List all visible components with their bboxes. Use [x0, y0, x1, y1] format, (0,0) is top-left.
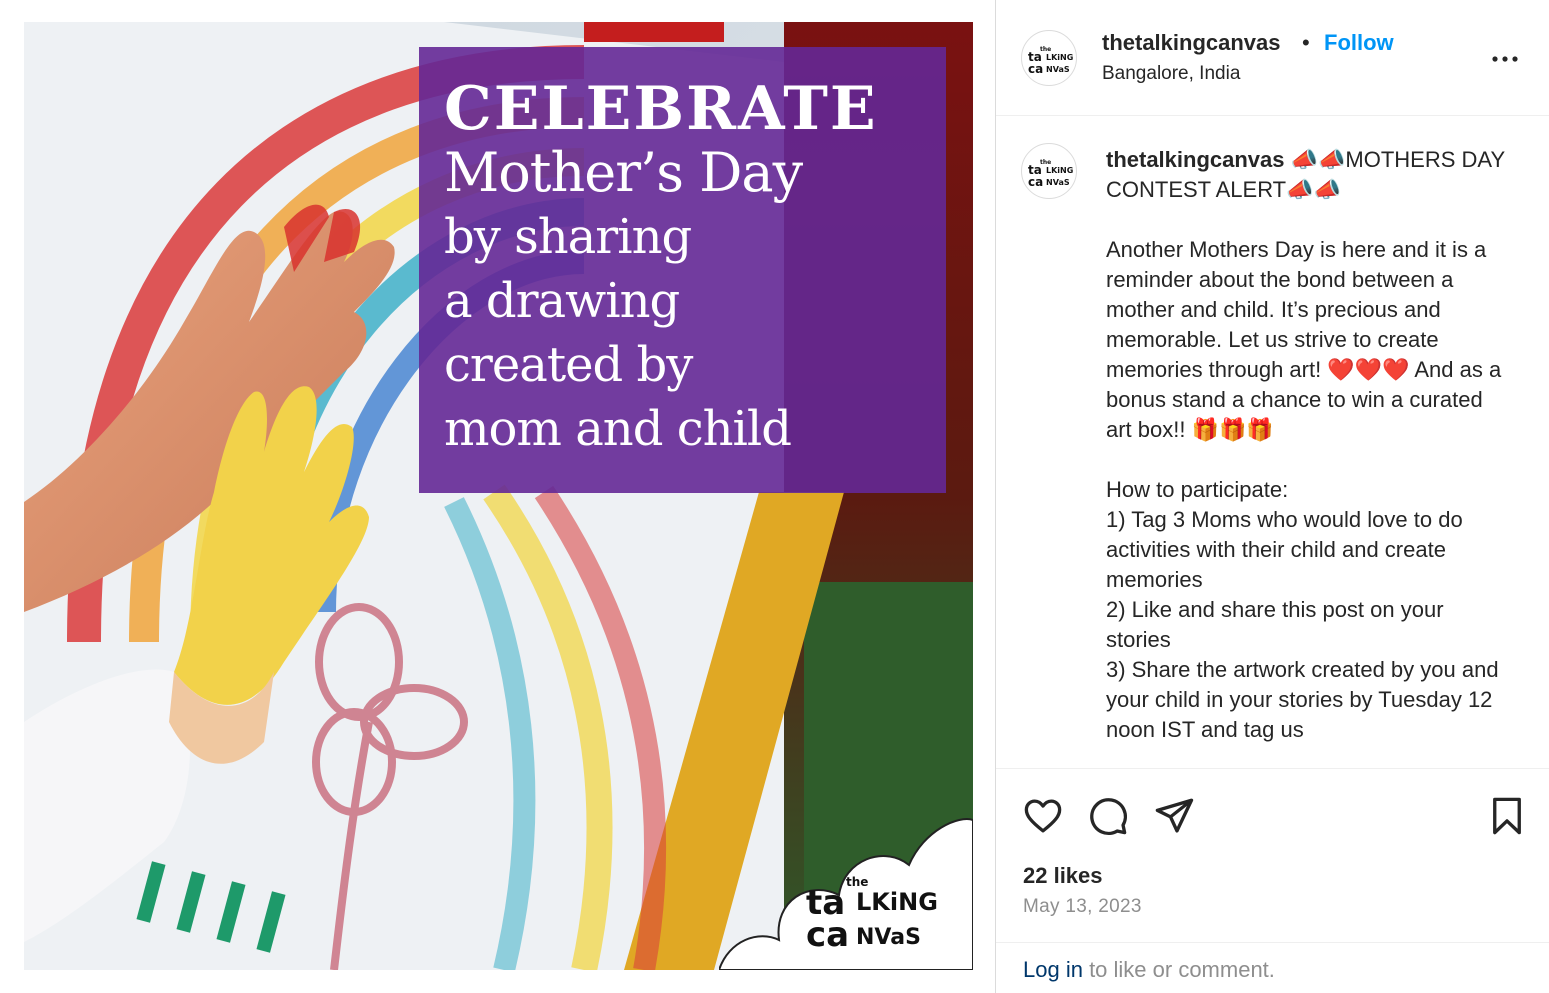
- talking-canvas-avatar-logo: the ta LKiNG ca NVaS: [1028, 46, 1073, 76]
- post-image[interactable]: CELEBRATE Mother’s Day by sharing a draw…: [24, 22, 973, 970]
- svg-text:NVaS: NVaS: [856, 925, 921, 950]
- talking-canvas-avatar-logo: the ta LKiNG ca NVaS: [1028, 159, 1073, 189]
- login-prompt: Log in to like or comment.: [996, 942, 1549, 993]
- svg-text:ca: ca: [806, 915, 849, 952]
- headline-line-5: created by: [444, 337, 693, 393]
- post-headline: CELEBRATE Mother’s Day by sharing a draw…: [444, 77, 944, 461]
- svg-text:ca: ca: [1028, 175, 1043, 189]
- headline-line-3: by sharing: [444, 209, 692, 265]
- post-caption: thetalkingcanvas 📣📣MOTHERS DAY CONTEST A…: [1106, 145, 1506, 745]
- post-actions: 22 likes May 13, 2023: [996, 768, 1549, 942]
- follow-button[interactable]: Follow: [1324, 30, 1394, 56]
- svg-text:NVaS: NVaS: [1046, 65, 1070, 74]
- heart-icon[interactable]: [1022, 795, 1064, 837]
- share-icon[interactable]: [1153, 795, 1195, 837]
- headline-line-1: CELEBRATE: [444, 74, 878, 144]
- headline-line-6: mom and child: [444, 401, 792, 457]
- talking-canvas-logo: the ta LKiNG ca NVaS: [806, 875, 938, 952]
- comment-icon[interactable]: [1087, 795, 1129, 837]
- caption-avatar[interactable]: the ta LKiNG ca NVaS: [1021, 143, 1077, 199]
- likes-count[interactable]: 22 likes: [1023, 863, 1103, 889]
- login-link[interactable]: Log in: [1023, 957, 1083, 982]
- bookmark-icon[interactable]: [1486, 795, 1528, 837]
- post-location[interactable]: Bangalore, India: [1102, 63, 1240, 85]
- svg-text:the: the: [846, 875, 868, 889]
- svg-text:LKiNG: LKiNG: [1046, 53, 1073, 62]
- headline-line-4: a drawing: [444, 273, 680, 329]
- login-text: Log in to like or comment.: [1023, 957, 1275, 983]
- svg-text:LKiNG: LKiNG: [1046, 166, 1073, 175]
- svg-text:ca: ca: [1028, 62, 1043, 76]
- caption-section: the ta LKiNG ca NVaS thetalkingcanvas 📣📣…: [996, 117, 1549, 765]
- headline-line-2: Mother’s Day: [444, 141, 803, 204]
- caption-text: 📣📣MOTHERS DAY CONTEST ALERT📣📣 Another Mo…: [1106, 147, 1505, 742]
- header-separator: •: [1302, 30, 1310, 55]
- more-options-icon[interactable]: [1490, 44, 1520, 74]
- svg-text:LKiNG: LKiNG: [856, 888, 938, 916]
- svg-text:NVaS: NVaS: [1046, 178, 1070, 187]
- avatar[interactable]: the ta LKiNG ca NVaS: [1021, 30, 1077, 86]
- post-details-panel: the ta LKiNG ca NVaS thetalkingcanvas • …: [995, 0, 1549, 993]
- login-rest: to like or comment.: [1082, 957, 1275, 982]
- post-date[interactable]: May 13, 2023: [1023, 896, 1142, 918]
- header-username[interactable]: thetalkingcanvas: [1102, 30, 1281, 56]
- caption-username[interactable]: thetalkingcanvas: [1106, 147, 1285, 172]
- post-header: the ta LKiNG ca NVaS thetalkingcanvas • …: [996, 0, 1549, 116]
